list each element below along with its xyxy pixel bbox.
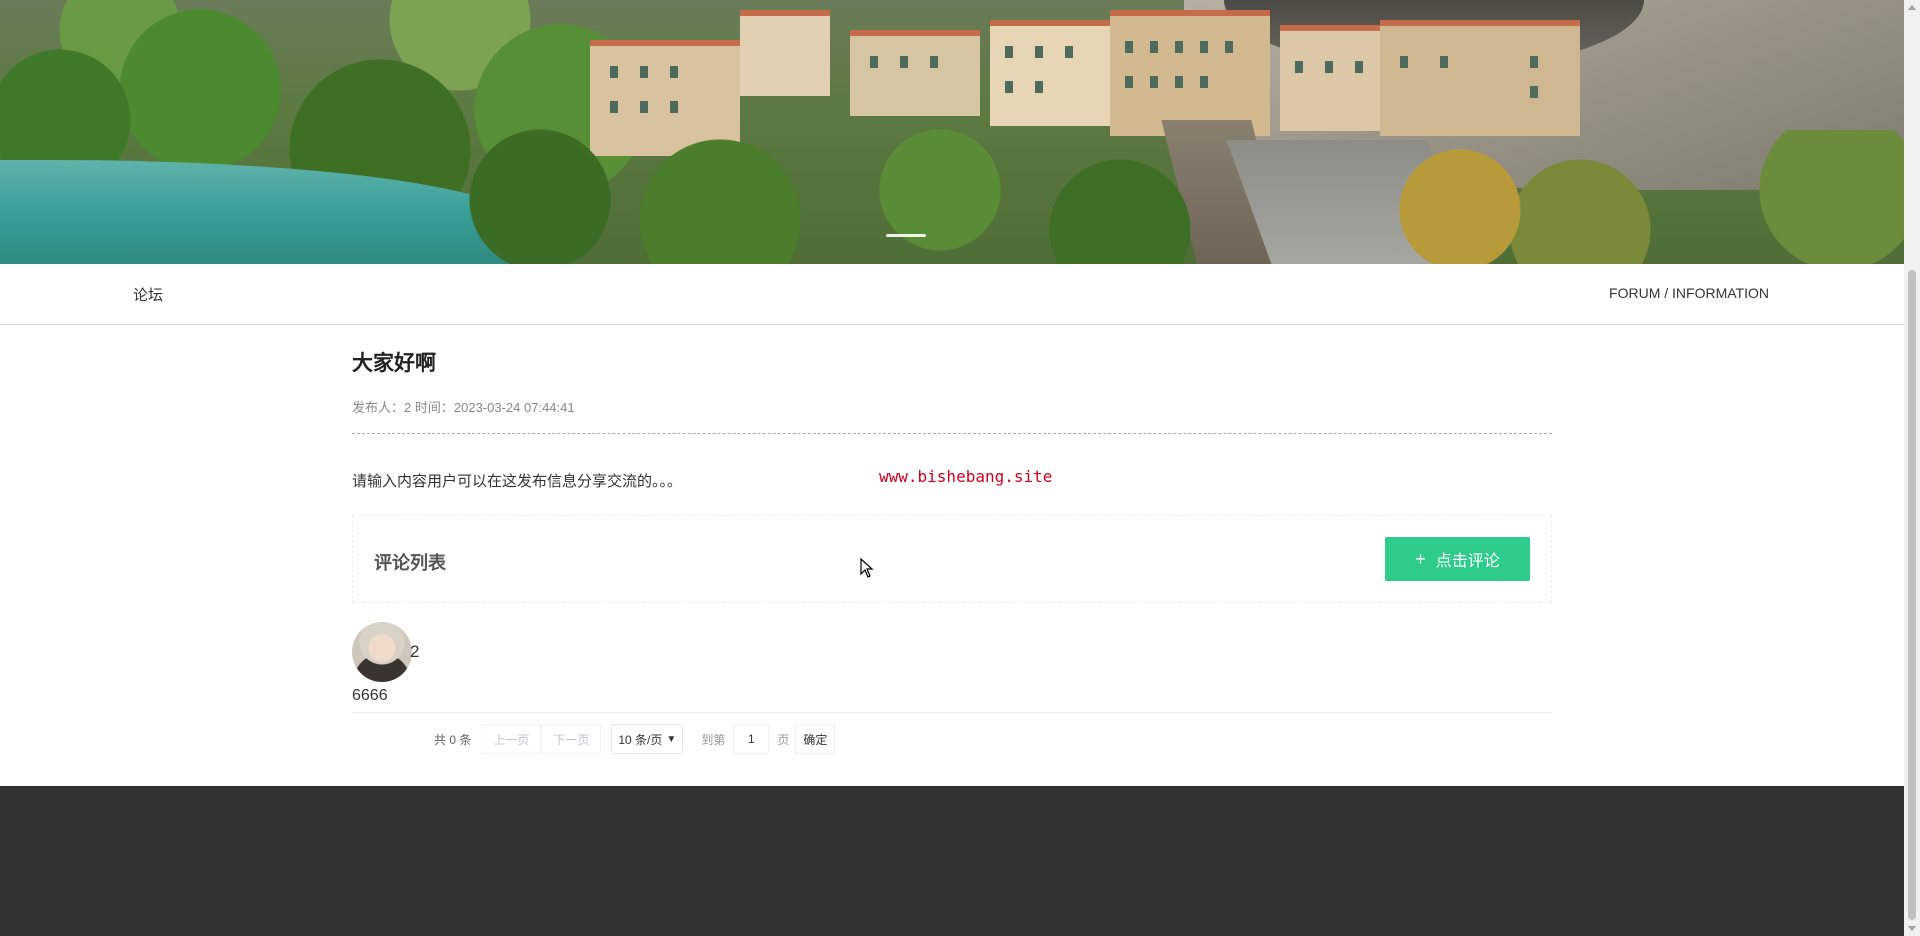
banner-house	[1380, 20, 1580, 136]
page-suffix-label: 页	[777, 732, 790, 747]
scroll-up-icon[interactable]	[1908, 5, 1916, 10]
breadcrumb-subtitle: FORUM / INFORMATION	[1609, 285, 1769, 301]
add-comment-button[interactable]: + 点击评论	[1385, 537, 1530, 581]
post-meta: 发布人：2 时间：2023-03-24 07:44:41	[352, 397, 575, 416]
banner-trees-lower	[420, 120, 1420, 264]
prev-page-button[interactable]: 上一页	[481, 724, 542, 754]
page: 论坛 FORUM / INFORMATION 大家好啊 发布人：2 时间：202…	[0, 0, 1904, 936]
comment-divider	[352, 712, 1552, 713]
comment-list-header: 评论列表 + 点击评论	[352, 515, 1552, 603]
banner-bushes	[1380, 130, 1904, 264]
goto-label: 到第	[701, 732, 726, 747]
footer	[0, 786, 1904, 936]
post-title: 大家好啊	[352, 352, 436, 375]
page-size-value: 10 条/页	[618, 732, 663, 747]
author-label: 发布人：	[352, 400, 405, 415]
avatar	[352, 622, 412, 682]
post-content: 请输入内容用户可以在这发布信息分享交流的。。。	[352, 473, 683, 490]
page-number-input[interactable]: 1	[733, 724, 770, 754]
pagination: 共 0 条 上一页 下一页 10 条/页 ▼ 到第 1 页 确定	[434, 724, 836, 754]
carousel-indicator[interactable]	[886, 234, 926, 237]
banner-house	[740, 10, 830, 96]
banner-house	[850, 30, 980, 116]
hero-banner	[0, 0, 1904, 264]
comment-user: 2	[410, 642, 420, 661]
banner-house	[1280, 25, 1380, 131]
banner-house	[1110, 10, 1270, 136]
author-value: 2	[404, 400, 412, 415]
banner-house	[990, 20, 1110, 126]
vertical-scrollbar[interactable]	[1904, 0, 1920, 936]
goto-confirm-button[interactable]: 确定	[795, 724, 836, 754]
watermark-text: www.bishebang.site	[879, 467, 1053, 486]
time-value: 2023-03-24 07:44:41	[453, 400, 575, 415]
add-comment-label: 点击评论	[1435, 553, 1500, 570]
breadcrumb-title: 论坛	[133, 287, 164, 304]
plus-icon: +	[1415, 548, 1426, 569]
scroll-down-icon[interactable]	[1908, 926, 1916, 931]
breadcrumb-bar: 论坛 FORUM / INFORMATION	[0, 264, 1904, 325]
mouse-cursor-icon	[860, 558, 874, 578]
chevron-down-icon: ▼	[666, 733, 677, 745]
time-label: 时间：	[414, 400, 454, 415]
next-page-button[interactable]: 下一页	[541, 724, 602, 754]
comment-text: 6666	[352, 687, 388, 704]
meta-divider	[352, 433, 1552, 434]
pagination-total: 共 0 条	[434, 732, 472, 747]
scrollbar-thumb[interactable]	[1908, 270, 1916, 920]
page-size-select[interactable]: 10 条/页 ▼	[611, 724, 684, 754]
comment-list-title: 评论列表	[374, 553, 446, 573]
